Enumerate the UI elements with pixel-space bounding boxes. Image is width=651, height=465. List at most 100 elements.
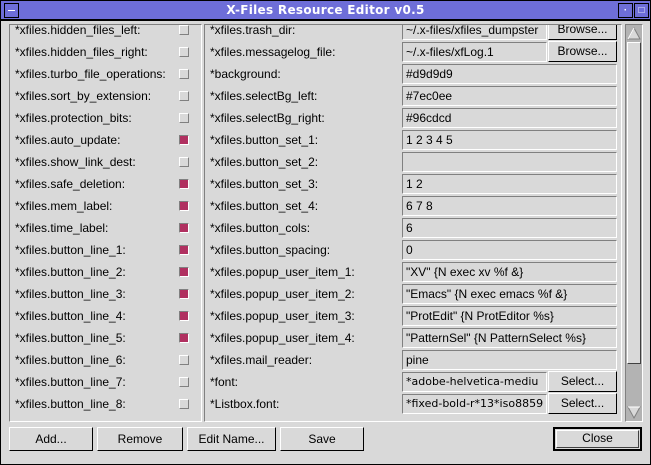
boolean-resource-row: *xfiles.auto_update: (10, 129, 201, 151)
string-resource-row: *xfiles.popup_user_item_1: "XV" {N exec x… (205, 261, 621, 283)
resource-toggle-checkbox[interactable] (179, 157, 189, 167)
add-button[interactable]: Add... (9, 427, 93, 451)
resource-value-field[interactable]: *fixed-bold-r*13*iso8859 (402, 394, 547, 414)
select-font-button[interactable]: Select... (548, 371, 617, 392)
resource-name-label: *font: (210, 375, 239, 389)
browse-button[interactable]: Browse... (548, 25, 617, 40)
string-resource-row: *Listbox.font: *fixed-bold-r*13*iso8859 Se… (205, 393, 621, 415)
resource-toggle-checkbox[interactable] (179, 179, 189, 189)
maximize-icon[interactable]: □ (634, 3, 649, 18)
string-resource-row: *xfiles.popup_user_item_2: "Emacs" {N exe… (205, 283, 621, 305)
resource-toggle-checkbox[interactable] (179, 355, 189, 365)
resource-name-label: *xfiles.sort_by_extension: (15, 89, 152, 103)
boolean-resource-row: *xfiles.protection_bits: (10, 107, 201, 129)
resource-value-field[interactable]: 6 7 8 (402, 196, 617, 216)
resource-value-field[interactable]: #96cdcd (402, 108, 617, 128)
resource-name-label: *xfiles.mem_label: (15, 199, 113, 213)
resource-name-label: *xfiles.button_line_8: (15, 397, 126, 411)
boolean-resource-row: *xfiles.button_line_8: (10, 393, 201, 415)
resource-toggle-checkbox[interactable] (179, 91, 189, 101)
resource-value-field[interactable]: ~/.x-files/xfiles_dumpster (402, 25, 547, 40)
resource-name-label: *xfiles.button_cols: (210, 221, 311, 235)
resource-toggle-checkbox[interactable] (179, 311, 189, 321)
resource-name-label: *xfiles.popup_user_item_1: (210, 265, 355, 279)
scroll-down-arrow-icon[interactable] (627, 405, 641, 420)
resource-toggle-checkbox[interactable] (179, 399, 189, 409)
resource-value-field[interactable]: #7ec0ee (402, 86, 617, 106)
resource-name-label: *Listbox.font: (210, 397, 280, 411)
resource-value-field[interactable]: 1 2 (402, 174, 617, 194)
resource-toggle-checkbox[interactable] (179, 47, 189, 57)
boolean-resource-row: *xfiles.button_line_1: (10, 239, 201, 261)
resource-name-label: *xfiles.button_line_5: (15, 331, 126, 345)
resource-value-field[interactable]: "XV" {N exec xv %f &} (402, 262, 617, 282)
resource-name-label: *xfiles.button_set_3: (210, 177, 319, 191)
string-resource-row: *xfiles.button_spacing: 0 (205, 239, 621, 261)
string-resource-row: *xfiles.selectBg_right: #96cdcd (205, 107, 621, 129)
remove-button[interactable]: Remove (97, 427, 183, 451)
browse-button[interactable]: Browse... (548, 41, 617, 62)
boolean-resource-row: *xfiles.hidden_files_left: (10, 25, 201, 41)
resource-name-label: *xfiles.protection_bits: (15, 111, 132, 125)
resource-name-label: *xfiles.auto_update: (15, 133, 121, 147)
string-resource-row: *background: #d9d9d9 (205, 63, 621, 85)
resource-toggle-checkbox[interactable] (179, 69, 189, 79)
resource-name-label: *xfiles.popup_user_item_3: (210, 309, 355, 323)
resource-name-label: *xfiles.show_link_dest: (15, 155, 136, 169)
resource-toggle-checkbox[interactable] (179, 25, 189, 35)
resource-name-label: *xfiles.trash_dir: (210, 24, 296, 37)
close-button-label: Close (582, 431, 613, 445)
scroll-up-arrow-icon[interactable] (627, 26, 641, 41)
edit-name-button[interactable]: Edit Name... (187, 427, 276, 451)
string-resource-row: *xfiles.button_cols: 6 (205, 217, 621, 239)
boolean-resource-row: *xfiles.hidden_files_right: (10, 41, 201, 63)
iconify-icon[interactable]: · (618, 3, 633, 18)
boolean-resource-row: *xfiles.button_line_5: (10, 327, 201, 349)
resource-value-field[interactable]: 1 2 3 4 5 (402, 130, 617, 150)
resource-value-field[interactable]: 6 (402, 218, 617, 238)
resource-name-label: *xfiles.selectBg_left: (210, 89, 318, 103)
boolean-resource-row: *xfiles.button_line_4: (10, 305, 201, 327)
resource-toggle-checkbox[interactable] (179, 289, 189, 299)
string-resource-row: *xfiles.button_set_1: 1 2 3 4 5 (205, 129, 621, 151)
string-resource-row: *xfiles.trash_dir: ~/.x-files/xfiles_dump… (205, 24, 621, 41)
resource-value-field[interactable]: "ProtEdit" {N ProtEditor %s} (402, 306, 617, 326)
resource-name-label: *xfiles.button_line_6: (15, 353, 126, 367)
close-button[interactable]: Close (553, 427, 642, 451)
resource-toggle-checkbox[interactable] (179, 201, 189, 211)
resource-name-label: *xfiles.hidden_files_right: (15, 45, 148, 59)
boolean-resource-row: *xfiles.button_line_6: (10, 349, 201, 371)
boolean-resource-list: *xfiles.hidden_files_left: *xfiles.hidden… (9, 24, 202, 422)
scrollbar-thumb[interactable] (627, 42, 641, 364)
save-button[interactable]: Save (280, 427, 364, 451)
resource-toggle-checkbox[interactable] (179, 377, 189, 387)
resource-value-field[interactable]: #d9d9d9 (402, 64, 617, 84)
resource-name-label: *xfiles.selectBg_right: (210, 111, 325, 125)
resource-toggle-checkbox[interactable] (179, 135, 189, 145)
vertical-scrollbar[interactable] (625, 24, 643, 422)
resource-name-label: *xfiles.time_label: (15, 221, 109, 235)
title-bar[interactable]: X-Files Resource Editor v0.5 · □ (0, 0, 651, 20)
resource-value-field[interactable] (402, 152, 617, 172)
resource-value-field[interactable]: ~/.x-files/xfLog.1 (402, 42, 547, 62)
resource-toggle-checkbox[interactable] (179, 267, 189, 277)
boolean-resource-row: *xfiles.button_line_3: (10, 283, 201, 305)
resource-value-field[interactable]: "Emacs" {N exec emacs %f &} (402, 284, 617, 304)
resource-name-label: *xfiles.popup_user_item_4: (210, 331, 355, 345)
resource-value-field[interactable]: 0 (402, 240, 617, 260)
string-resource-row: *xfiles.button_set_2: (205, 151, 621, 173)
resource-toggle-checkbox[interactable] (179, 113, 189, 123)
string-resource-row: *xfiles.popup_user_item_3: "ProtEdit" {N … (205, 305, 621, 327)
resource-toggle-checkbox[interactable] (179, 245, 189, 255)
string-resource-row: *xfiles.button_set_3: 1 2 (205, 173, 621, 195)
resource-toggle-checkbox[interactable] (179, 223, 189, 233)
resource-name-label: *xfiles.button_line_2: (15, 265, 126, 279)
select-font-button[interactable]: Select... (548, 393, 617, 414)
resource-toggle-checkbox[interactable] (179, 333, 189, 343)
resource-value-field[interactable]: pine (402, 350, 617, 370)
resource-name-label: *xfiles.button_set_4: (210, 199, 319, 213)
resource-value-field[interactable]: "PatternSel" {N PatternSelect %s} (402, 328, 617, 348)
resource-value-field[interactable]: *adobe-helvetica-mediu (402, 372, 547, 392)
boolean-resource-row: *xfiles.button_line_2: (10, 261, 201, 283)
boolean-resource-row: *xfiles.turbo_file_operations: (10, 63, 201, 85)
